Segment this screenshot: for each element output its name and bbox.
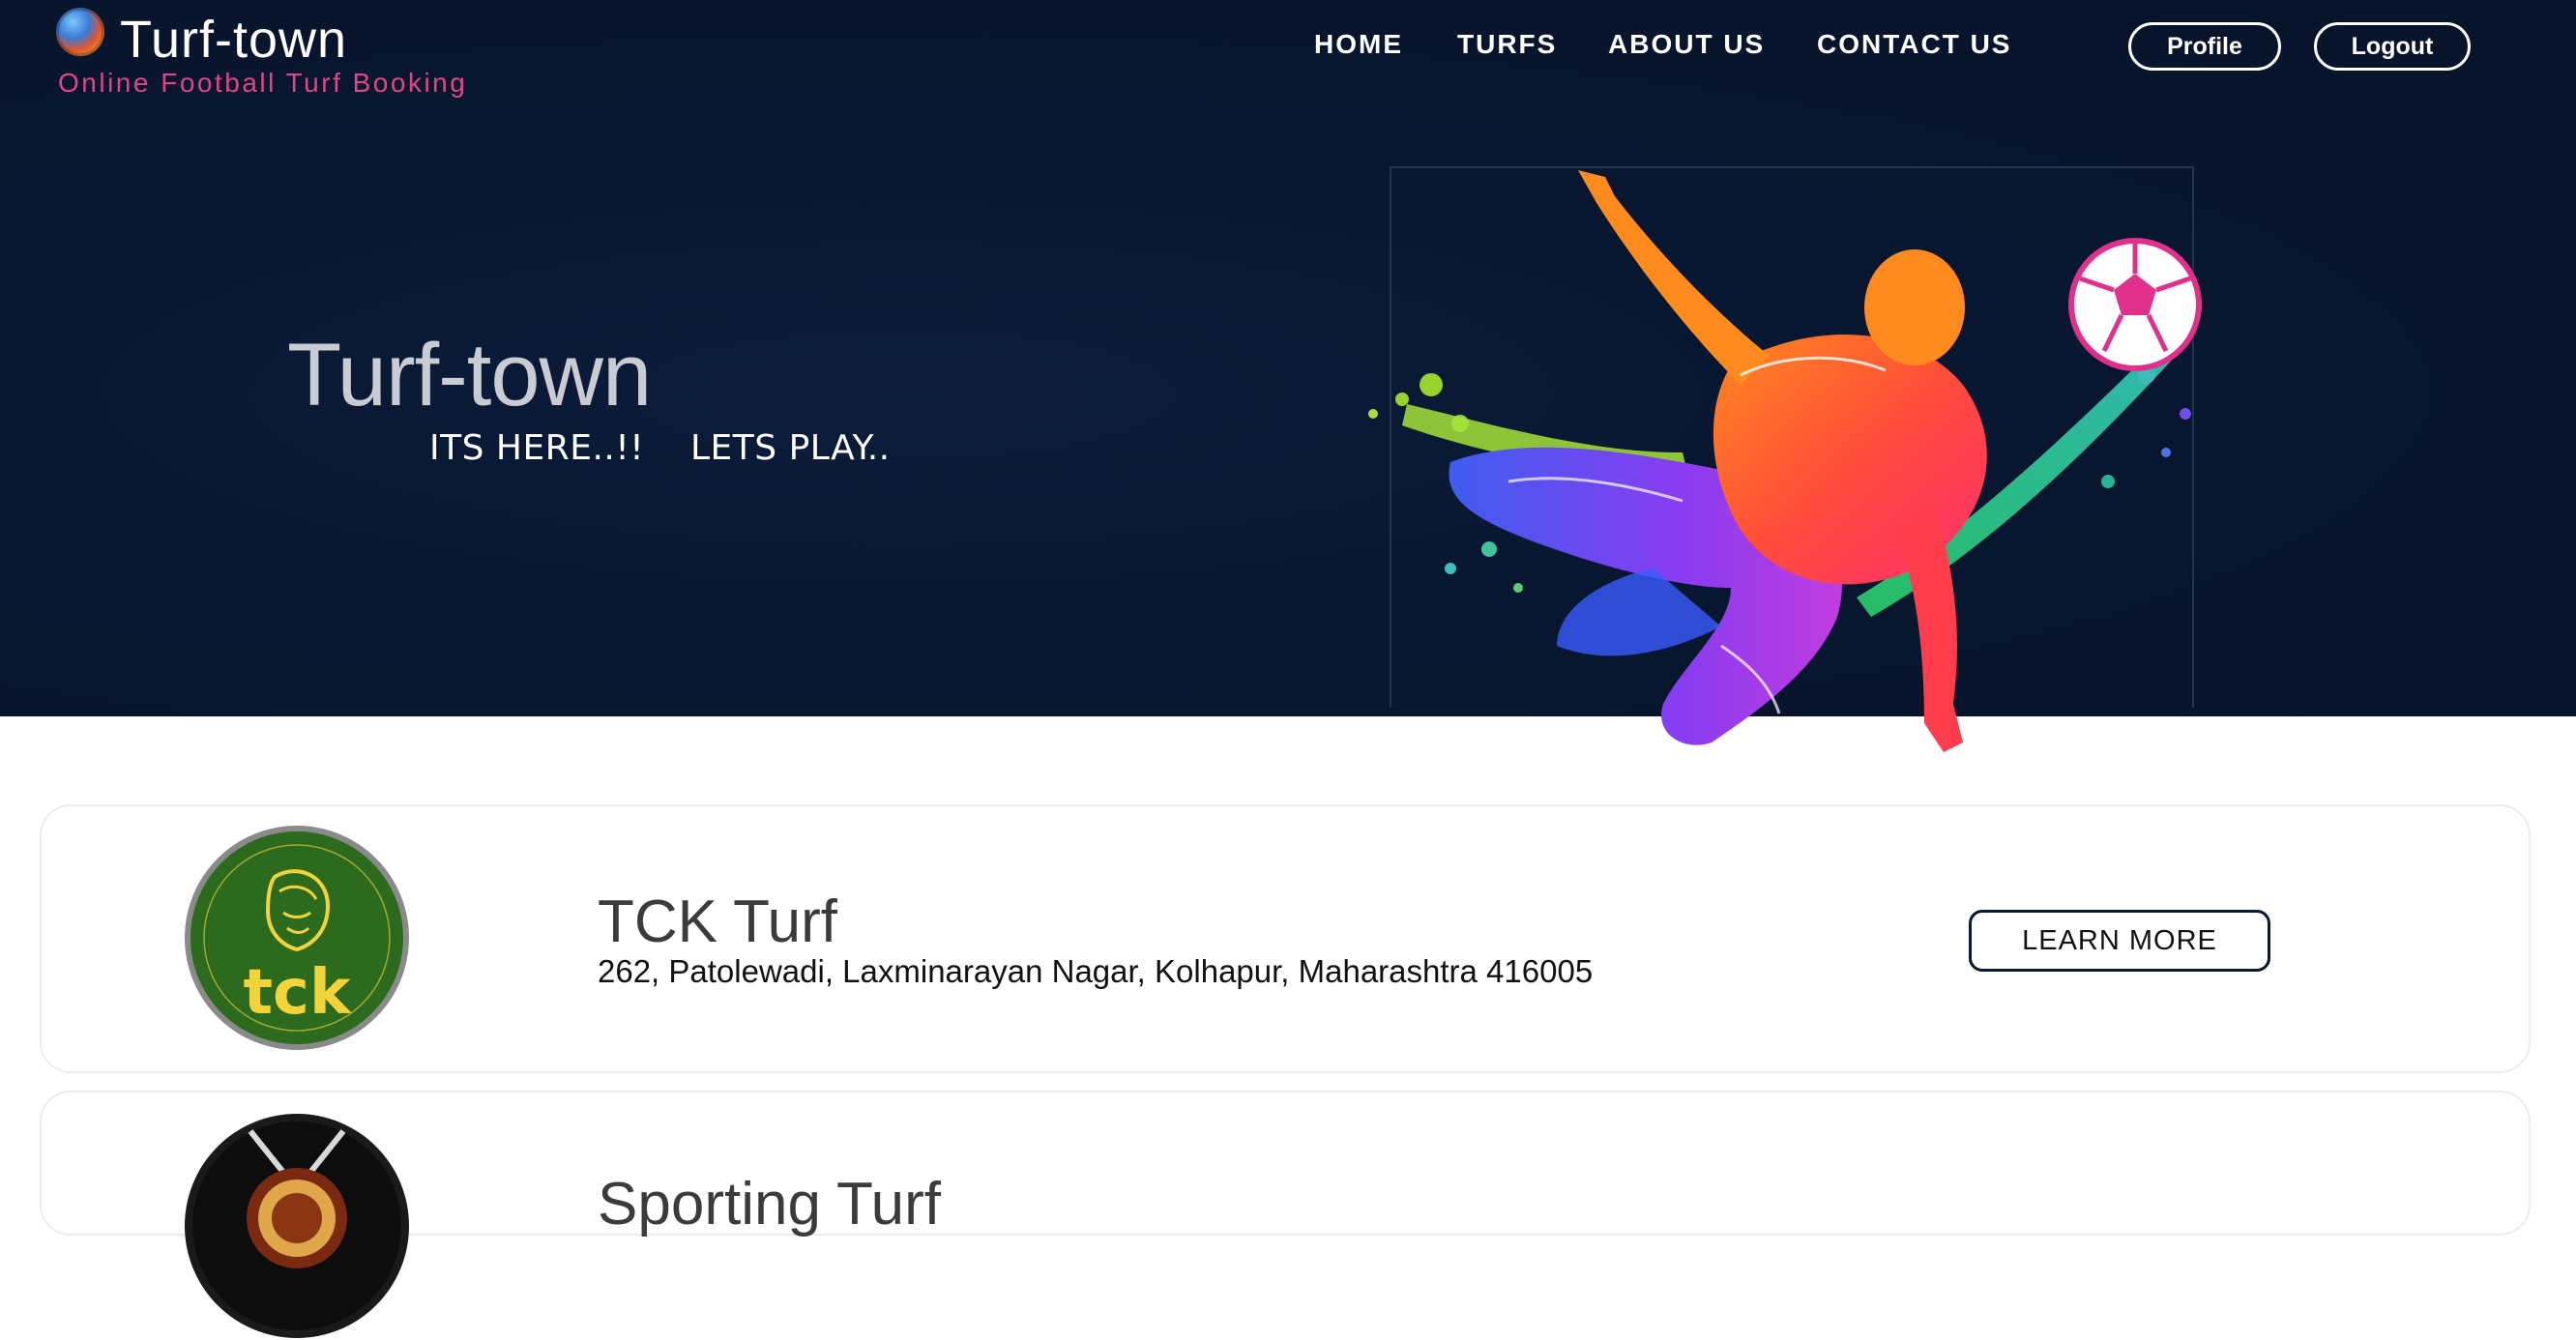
learn-more-button[interactable]: LEARN MORE [1969,910,2270,972]
turf-card: Sporting Turf [40,1091,2531,1338]
turf-name: TCK Turf [598,888,838,955]
turf-name: Sporting Turf [598,1171,941,1238]
hero-title: Turf-town [287,326,652,424]
brand-title: Turf-town [120,11,348,69]
football-icon [2068,238,2202,371]
tck-logo-text: tck [243,957,352,1029]
lion-emblem-icon: tck [185,826,409,1050]
nav-home[interactable]: HOME [1314,29,1403,60]
nav-contact-us[interactable]: CONTACT US [1817,29,2011,60]
brand-subtitle: Online Football Turf Booking [58,68,468,98]
nav-turfs[interactable]: TURFS [1457,29,1557,60]
turf-address: 262, Patolewadi, Laxminarayan Nagar, Kol… [598,953,1594,989]
logout-button[interactable]: Logout [2314,22,2471,71]
nav-about-us[interactable]: ABOUT US [1608,29,1765,60]
profile-button[interactable]: Profile [2128,22,2281,71]
turf-card: tck TCK Turf 262, Patolewadi, Laxminaray… [40,804,2531,1073]
football-player-kick-illustration [1368,170,2202,752]
hero-tagline: ITS HERE..!! LETS PLAY.. [429,428,891,468]
crossed-swords-emblem-icon [185,1114,409,1338]
football-globe-icon [56,8,104,56]
